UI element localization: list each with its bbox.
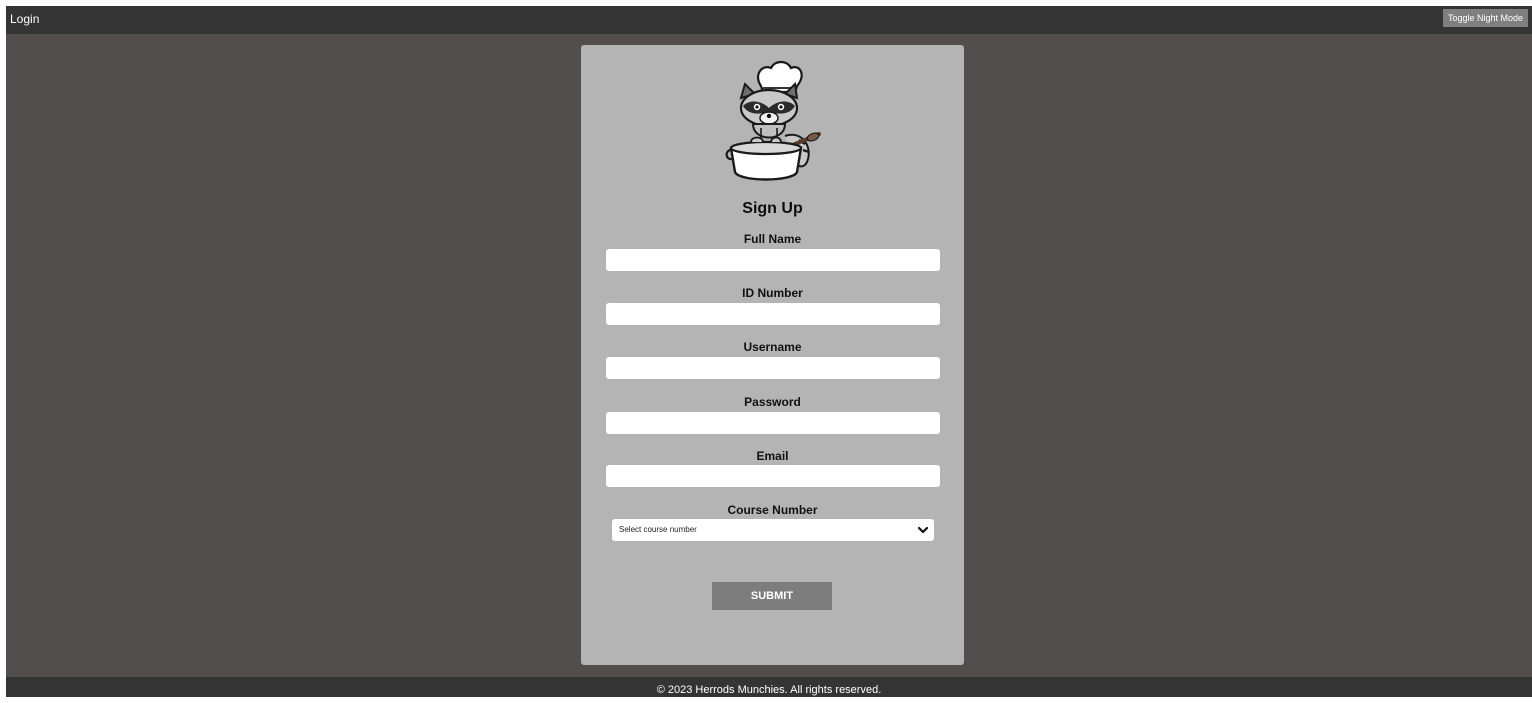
password-input[interactable]	[606, 412, 940, 434]
submit-button[interactable]: SUBMIT	[712, 582, 832, 610]
login-link[interactable]: Login	[10, 12, 39, 26]
full-name-input[interactable]	[606, 249, 940, 271]
username-label: Username	[743, 340, 802, 354]
page-title: Sign Up	[742, 200, 803, 217]
password-label: Password	[744, 395, 801, 409]
chevron-down-icon	[917, 526, 929, 534]
toggle-night-mode-button[interactable]: Toggle Night Mode	[1442, 9, 1528, 27]
email-label: Email	[756, 449, 789, 463]
course-number-selected-value: Select course number	[619, 525, 697, 534]
full-name-label: Full Name	[743, 232, 802, 246]
top-nav-bar: Login Toggle Night Mode	[6, 6, 1532, 34]
id-number-label: ID Number	[742, 286, 803, 300]
username-input[interactable]	[606, 357, 940, 379]
signup-card: Sign Up Full Name ID Number Username Pas…	[581, 45, 964, 665]
footer: © 2023 Herrods Munchies. All rights rese…	[6, 677, 1532, 697]
raccoon-chef-logo	[725, 60, 821, 181]
page-frame: Login Toggle Night Mode Sign Up Full Nam…	[6, 6, 1532, 697]
course-number-select[interactable]: Select course number	[612, 519, 934, 541]
copyright-text: © 2023 Herrods Munchies. All rights rese…	[656, 684, 882, 696]
id-number-input[interactable]	[606, 303, 940, 325]
email-input[interactable]	[606, 465, 940, 487]
course-number-label: Course Number	[727, 503, 818, 517]
